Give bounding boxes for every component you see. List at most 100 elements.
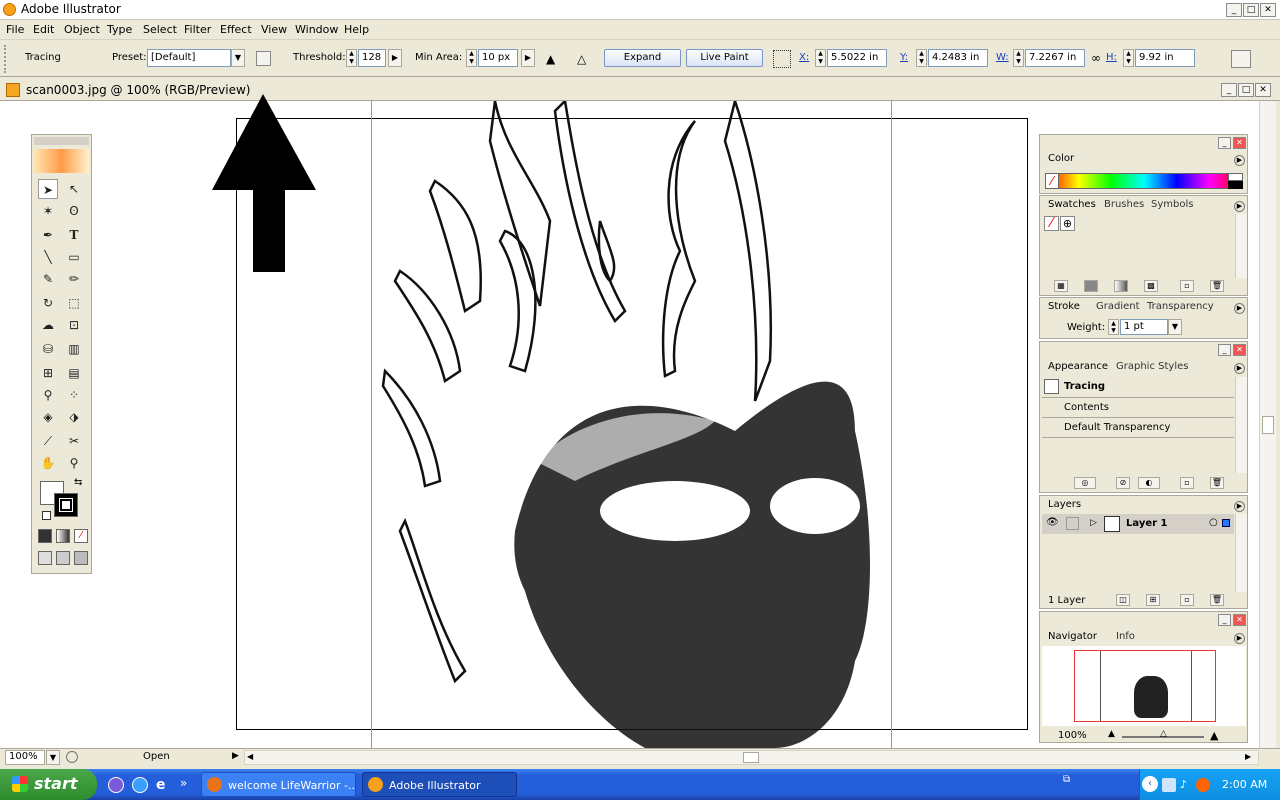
show-gradient-swatches-icon[interactable] <box>1114 280 1128 292</box>
layer-row[interactable]: 👁 ▷ Layer 1 ○ <box>1042 514 1234 534</box>
free-transform-tool-icon[interactable]: ⊡ <box>64 315 84 335</box>
panel-close-button[interactable]: ✕ <box>1233 614 1246 626</box>
scroll-right-arrow[interactable]: ▶ <box>1245 752 1251 761</box>
panel-menu-icon[interactable]: ▶ <box>1234 303 1245 314</box>
eye-icon[interactable]: 👁 <box>1046 517 1059 528</box>
w-field[interactable]: 7.2267 in <box>1025 49 1085 67</box>
clock[interactable]: 2:00 AM <box>1222 778 1267 791</box>
expand-triangle-icon[interactable]: ▷ <box>1090 518 1097 528</box>
live-paint-button[interactable]: Live Paint <box>686 49 763 67</box>
status-circle-icon[interactable] <box>66 751 78 763</box>
mesh-tool-icon[interactable]: ⊞ <box>38 363 58 383</box>
chevron-down-icon[interactable]: ▼ <box>231 49 245 67</box>
scroll-left-arrow[interactable]: ◀ <box>247 752 253 761</box>
menu-filter[interactable]: Filter <box>184 23 211 36</box>
chevron-down-icon[interactable]: ▼ <box>1168 319 1182 335</box>
none-swatch[interactable]: ⁄ <box>1044 216 1059 231</box>
default-fill-stroke-icon[interactable] <box>42 511 51 520</box>
blend-tool-icon[interactable]: ⁘ <box>64 385 84 405</box>
zoom-out-icon[interactable]: ▲ <box>1108 729 1115 739</box>
create-layer-icon[interactable]: ▫ <box>1180 594 1194 606</box>
panel-menu-icon[interactable]: ▶ <box>1234 155 1245 166</box>
traced-artwork[interactable] <box>375 101 890 748</box>
pencil-tool-icon[interactable]: ✏ <box>64 269 84 289</box>
panel-minimize-button[interactable]: _ <box>1218 137 1231 149</box>
gradient-tool-icon[interactable]: ▤ <box>64 363 84 383</box>
full-screen-menu-mode-icon[interactable] <box>56 551 70 565</box>
reduce-to-basic-appearance-icon[interactable]: ◐ <box>1138 477 1160 489</box>
selection-tool-icon[interactable]: ➤ <box>38 179 58 199</box>
navigator-view-box[interactable] <box>1074 650 1216 722</box>
panel-menu-icon[interactable]: ▶ <box>1234 633 1245 644</box>
line-tool-icon[interactable]: ╲ <box>38 247 58 267</box>
panel-close-button[interactable]: ✕ <box>1233 137 1246 149</box>
vector-view-icon[interactable]: △ <box>577 52 586 66</box>
magic-wand-tool-icon[interactable]: ✶ <box>38 201 58 221</box>
new-art-maintains-appearance-icon[interactable]: ◎ <box>1074 477 1096 489</box>
tray-app-icon[interactable] <box>1196 778 1210 792</box>
delete-layer-icon[interactable]: 🗑 <box>1210 594 1224 606</box>
tab-appearance[interactable]: Appearance <box>1044 360 1113 375</box>
link-proportions-icon[interactable]: ∞ <box>1091 51 1101 65</box>
tray-volume-icon[interactable]: ♪ <box>1180 778 1192 792</box>
tray-network-icon[interactable] <box>1162 778 1176 792</box>
expand-button[interactable]: Expand <box>604 49 681 67</box>
none-color-icon[interactable]: ⁄ <box>1045 173 1059 189</box>
color-spectrum[interactable] <box>1045 173 1243 189</box>
new-swatch-icon[interactable]: ▫ <box>1180 280 1194 292</box>
standard-screen-mode-icon[interactable] <box>38 551 52 565</box>
stroke-weight-spinner[interactable]: ▲ ▼ <box>1108 319 1119 335</box>
lasso-tool-icon[interactable]: ʘ <box>64 201 84 221</box>
registration-swatch[interactable]: ⊕ <box>1060 216 1075 231</box>
menu-file[interactable]: File <box>6 23 24 36</box>
panel-minimize-button[interactable]: _ <box>1218 344 1231 356</box>
menu-window[interactable]: Window <box>295 23 338 36</box>
tab-stroke[interactable]: Stroke <box>1044 300 1084 315</box>
panel-minimize-button[interactable]: _ <box>1218 614 1231 626</box>
hand-tool-icon[interactable]: ✋ <box>38 453 58 473</box>
appearance-scrollbar[interactable] <box>1235 377 1247 473</box>
tray-expand-icon[interactable]: ‹ <box>1142 776 1158 792</box>
show-pattern-swatches-icon[interactable]: ▩ <box>1144 280 1158 292</box>
delete-swatch-icon[interactable]: 🗑 <box>1210 280 1224 292</box>
minimize-button[interactable]: _ <box>1226 3 1242 17</box>
x-field[interactable]: 5.5022 in <box>827 49 887 67</box>
zoom-tool-icon[interactable]: ⚲ <box>64 453 84 473</box>
color-mode-icon[interactable] <box>38 529 52 543</box>
warp-tool-icon[interactable]: ☁ <box>38 315 58 335</box>
taskbar-button-firefox[interactable]: welcome LifeWarrior -... <box>201 772 356 797</box>
quicklaunch-messenger-icon[interactable] <box>132 777 148 793</box>
x-spinner[interactable]: ▲ ▼ <box>815 49 826 67</box>
gradient-mode-icon[interactable] <box>56 529 70 543</box>
navigator-preview[interactable] <box>1042 646 1246 726</box>
live-paint-selection-tool-icon[interactable]: ⬗ <box>64 407 84 427</box>
language-bar-icon[interactable]: ⧉ <box>1063 774 1070 785</box>
tab-info[interactable]: Info <box>1112 630 1139 645</box>
threshold-slider-arrow[interactable]: ▶ <box>388 49 402 67</box>
make-clipping-mask-icon[interactable]: ◫ <box>1116 594 1130 606</box>
slice-tool-icon[interactable]: ⟋ <box>38 431 58 451</box>
layers-scrollbar[interactable] <box>1235 514 1247 592</box>
delete-item-icon[interactable]: 🗑 <box>1210 477 1224 489</box>
graph-tool-icon[interactable]: ▥ <box>64 339 84 359</box>
tab-layers[interactable]: Layers <box>1044 498 1086 513</box>
y-field[interactable]: 4.2483 in <box>928 49 988 67</box>
w-spinner[interactable]: ▲ ▼ <box>1013 49 1024 67</box>
panel-menu-icon[interactable]: ▶ <box>1234 363 1245 374</box>
stroke-weight-field[interactable]: 1 pt <box>1120 319 1168 335</box>
vertical-scrollbar[interactable] <box>1259 101 1276 748</box>
h-field[interactable]: 9.92 in <box>1135 49 1195 67</box>
navigator-zoom-value[interactable]: 100% <box>1058 730 1087 741</box>
min-area-spinner[interactable]: ▲ ▼ <box>466 49 477 67</box>
eyedropper-tool-icon[interactable]: ⚲ <box>38 385 58 405</box>
menu-type[interactable]: Type <box>107 23 132 36</box>
raster-view-icon[interactable]: ▲ <box>546 52 555 66</box>
tools-panel-grip[interactable] <box>34 137 89 145</box>
scale-tool-icon[interactable]: ⬚ <box>64 293 84 313</box>
appearance-row-transparency[interactable]: Default Transparency <box>1064 422 1170 433</box>
grip-handle[interactable] <box>4 45 10 73</box>
type-tool-icon[interactable]: T <box>64 225 84 245</box>
quicklaunch-more-icon[interactable]: » <box>180 776 187 790</box>
appearance-row-contents[interactable]: Contents <box>1064 402 1109 413</box>
tab-brushes[interactable]: Brushes <box>1100 198 1148 213</box>
